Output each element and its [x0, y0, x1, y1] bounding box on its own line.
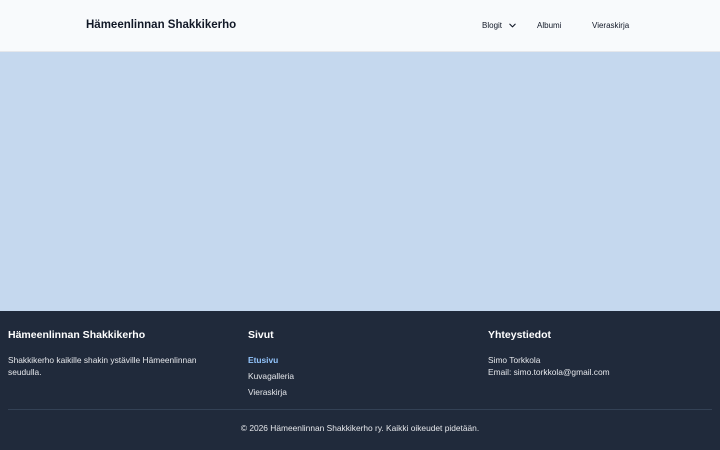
footer-link-vieraskirja[interactable]: Vieraskirja — [248, 386, 448, 398]
footer-about: Hämeenlinnan Shakkikerho Shakkikerho kai… — [8, 329, 218, 378]
hero-banner — [0, 52, 720, 311]
nav-albumi[interactable]: Albumi — [537, 21, 561, 30]
footer-contact: Yhteystiedot Simo Torkkola Email: simo.t… — [488, 329, 708, 378]
copyright-text: © 2026 Hämeenlinnan Shakkikerho ry. Kaik… — [240, 423, 480, 433]
footer-divider — [8, 409, 712, 410]
site-brand[interactable]: Hämeenlinnan Shakkikerho — [86, 19, 236, 31]
site-header: Hämeenlinnan Shakkikerho Blogit Albumi V… — [0, 0, 720, 52]
footer-pages-title: Sivut — [248, 329, 274, 341]
chevron-down-icon — [509, 23, 516, 28]
contact-email[interactable]: Email: simo.torkkola@gmail.com — [488, 366, 708, 378]
footer-link-etusivu[interactable]: Etusivu — [248, 354, 448, 366]
nav-blogit-label: Blogit — [482, 21, 503, 30]
footer-pages: Sivut Etusivu Kuvagalleria Vieraskirja — [248, 329, 448, 402]
contact-name: Simo Torkkola — [488, 355, 541, 365]
footer-link-kuvagalleria[interactable]: Kuvagalleria — [248, 370, 448, 382]
nav-vieraskirja[interactable]: Vieraskirja — [592, 21, 629, 30]
nav-blogit[interactable]: Blogit — [482, 21, 517, 30]
footer-about-title: Hämeenlinnan Shakkikerho — [8, 329, 146, 341]
footer-about-text: Shakkikerho kaikille shakin ystäville Hä… — [8, 355, 197, 377]
footer-contact-title: Yhteystiedot — [488, 329, 552, 341]
site-footer: Hämeenlinnan Shakkikerho Shakkikerho kai… — [0, 311, 720, 450]
